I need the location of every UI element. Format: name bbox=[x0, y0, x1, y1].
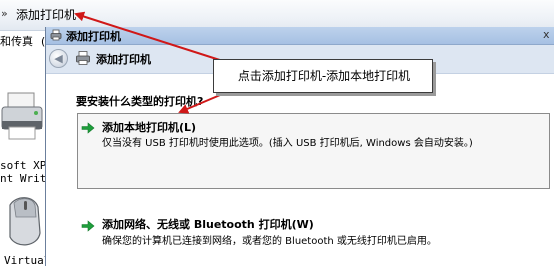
dialog-title-bar[interactable]: 添加打印机 x bbox=[46, 27, 554, 45]
device-fax-label[interactable]: 和传真 (1 bbox=[0, 33, 45, 49]
green-arrow-icon bbox=[81, 220, 95, 232]
device-xps-label-line1[interactable]: soft XPS bbox=[0, 159, 45, 172]
annotation-callout: 点击添加打印机-添加本地打印机 bbox=[213, 59, 433, 93]
option-title[interactable]: 添加网络、无线或 Bluetooth 打印机(W) bbox=[102, 216, 314, 232]
printer-device-icon[interactable] bbox=[0, 87, 44, 143]
option-description: 仅当没有 USB 打印机时使用此选项。(插入 USB 打印机后, Windows… bbox=[102, 138, 473, 149]
printer-icon bbox=[50, 29, 62, 41]
mouse-device-icon[interactable] bbox=[0, 193, 44, 251]
devices-list: 和传真 (1 soft XPS nt Writer Virtual bbox=[0, 31, 45, 266]
add-printer-command[interactable]: 添加打印机 bbox=[12, 7, 80, 23]
device-virtual-label[interactable]: Virtual bbox=[4, 254, 45, 266]
option-title[interactable]: 添加本地打印机(L) bbox=[102, 119, 196, 135]
back-button[interactable]: ◀ bbox=[49, 49, 68, 68]
chevron-right-icon[interactable]: » bbox=[1, 7, 8, 20]
green-arrow-icon bbox=[81, 122, 95, 134]
wizard-question: 要安装什么类型的打印机? bbox=[76, 95, 204, 108]
add-network-printer-option[interactable]: 添加网络、无线或 Bluetooth 打印机(W) 确保您的计算机已连接到网络，… bbox=[77, 211, 550, 251]
close-icon[interactable]: x bbox=[543, 28, 550, 41]
option-description: 确保您的计算机已连接到网络，或者您的 Bluetooth 或无线打印机已启用。 bbox=[102, 236, 437, 247]
add-local-printer-option[interactable]: 添加本地打印机(L) 仅当没有 USB 打印机时使用此选项。(插入 USB 打印… bbox=[77, 113, 550, 189]
printer-icon bbox=[76, 51, 90, 65]
wizard-page-title: 添加打印机 bbox=[96, 53, 151, 66]
annotation-text: 点击添加打印机-添加本地打印机 bbox=[237, 69, 411, 83]
device-xps-label-line2[interactable]: nt Writer bbox=[0, 172, 45, 185]
dialog-title: 添加打印机 bbox=[66, 30, 121, 43]
